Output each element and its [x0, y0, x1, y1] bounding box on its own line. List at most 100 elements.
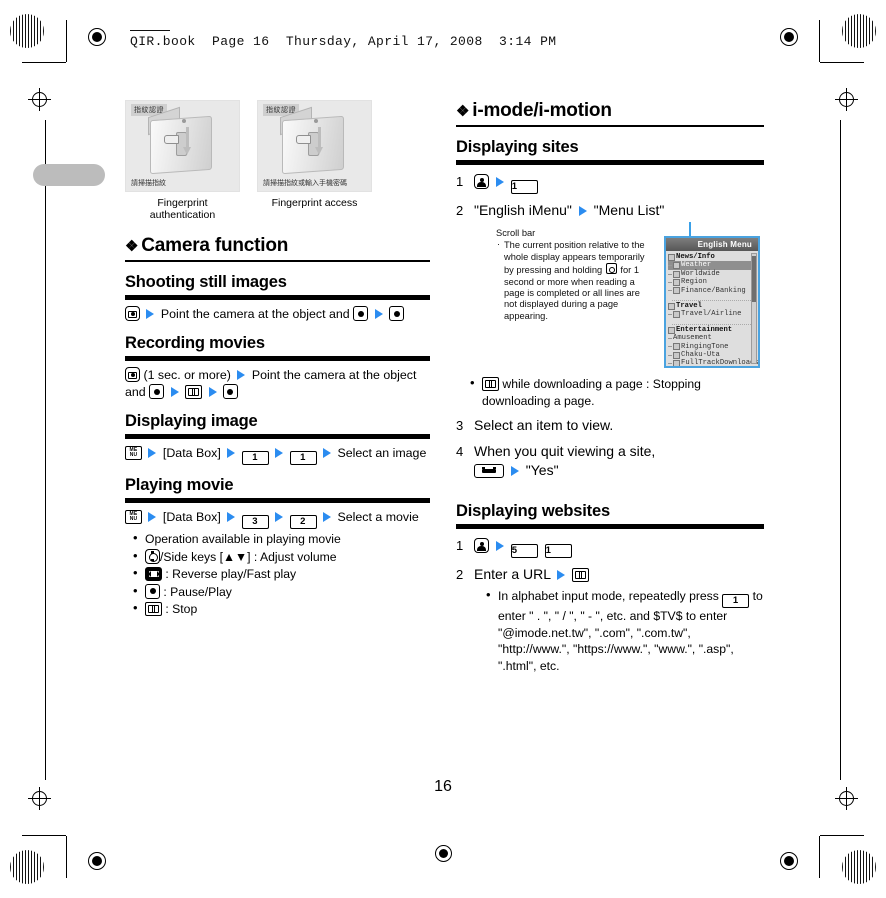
center-key-icon[interactable]: [389, 306, 404, 321]
heading-rule: [125, 356, 430, 361]
registration-mark-bottom-left: [88, 852, 106, 870]
list-item[interactable]: News/Info: [668, 253, 755, 261]
arrow-icon: [227, 512, 236, 522]
list-item[interactable]: Entertainment: [668, 326, 755, 334]
figure-image: 指紋認證 請掃描指紋: [125, 100, 240, 192]
bullet-text: In alphabet input mode, repeatedly press: [498, 589, 719, 603]
list-item[interactable]: Amusement: [668, 334, 755, 342]
step-1-displaying-sites: 1 1: [456, 172, 764, 194]
heading-rule: [125, 434, 430, 439]
confirm-choice-label: "Yes": [525, 462, 559, 478]
figure-cn-caption: 請掃描指紋或輸入手機密碼: [263, 180, 347, 187]
scrollbar-annotation: Scroll bar The current position relative…: [496, 228, 646, 322]
crop-mark-top-left-h: [22, 62, 66, 63]
running-head: QIR.book Page 16 Thursday, April 17, 200…: [130, 34, 557, 49]
list-item[interactable]: FullTrackDownloads: [668, 359, 758, 366]
menu-choice-label: "English iMenu": [474, 202, 572, 218]
numeric-key-icon[interactable]: 1: [544, 544, 572, 558]
finger-shape: [296, 135, 311, 144]
heading-displaying-websites: Displaying websites: [456, 502, 610, 520]
screen-scrollbar[interactable]: [751, 253, 757, 364]
bullet-text: : Stop: [162, 602, 198, 616]
figure-cn-caption: 請掃描指紋: [131, 180, 166, 187]
operation-displaying-image: ME NU [Data Box] 1 1 Select an image: [125, 445, 430, 465]
numeric-key-icon[interactable]: 1: [289, 451, 317, 465]
list-item-label: Finance/Banking: [681, 286, 746, 295]
data-box-label: [Data Box]: [162, 510, 221, 524]
list-item[interactable]: Finance/Banking: [668, 287, 755, 295]
step-3-displaying-sites: 3 Select an item to view.: [456, 416, 764, 435]
operation-playing-movie: ME NU [Data Box] 3 2 Select a movie: [125, 509, 430, 529]
list-item[interactable]: Travel/Airline: [668, 310, 755, 318]
bullet-text: /Side keys [▲▼] : Adjust volume: [160, 549, 337, 564]
numeric-key-icon[interactable]: 5: [510, 544, 538, 558]
registration-mark-right-middle: [835, 88, 858, 111]
downloading-note: while downloading a page : Stopping down…: [456, 375, 764, 409]
list-item: : Reverse play/Fast play: [133, 565, 430, 583]
page-number: 16: [434, 778, 452, 795]
corner-target-top-right: [842, 14, 876, 48]
numeric-key-icon[interactable]: 2: [289, 515, 317, 529]
camera-key-icon[interactable]: [125, 306, 140, 321]
arrow-icon: [374, 309, 383, 319]
side-key-icon[interactable]: [145, 567, 162, 581]
numeric-key-icon[interactable]: 1: [241, 451, 269, 465]
numeric-key-icon[interactable]: 3: [241, 515, 269, 529]
arrow-icon: [578, 206, 587, 216]
swipe-arrow-head: [183, 147, 191, 155]
book-key-icon[interactable]: [145, 602, 162, 616]
center-key-icon[interactable]: [145, 583, 160, 599]
list-item[interactable]: RingingTone: [668, 343, 755, 351]
list-item-label: Weather: [681, 261, 712, 270]
imode-key-icon[interactable]: [474, 174, 489, 189]
book-key-icon[interactable]: [482, 377, 499, 391]
list-item: while downloading a page : Stopping down…: [470, 375, 764, 409]
figure-fingerprint-authentication: 指紋認證 請掃描指紋 Fingerprint authentication: [125, 100, 240, 221]
camera-key-icon[interactable]: [125, 367, 140, 382]
step-text: Enter a URL: [474, 566, 551, 582]
imode-key-icon[interactable]: [474, 538, 489, 553]
arrow-icon: [146, 309, 155, 319]
arrow-icon: [148, 512, 157, 522]
numeric-key-icon[interactable]: 1: [722, 594, 750, 608]
list-item: /Side keys [▲▼] : Adjust volume: [133, 548, 430, 566]
screen-menu-list: News/Info Weather Worldwide Region Finan…: [666, 251, 758, 366]
figure-fingerprint-access: 指紋認證 請掃描指紋或輸入手機密碼 Fingerprint access: [257, 100, 372, 221]
step-number: 3: [456, 418, 464, 433]
bullet-text: Operation available in playing movie: [145, 532, 341, 546]
section-title-rule: [456, 125, 764, 127]
crop-mark-bottom-right-h: [820, 835, 864, 836]
menu-key-icon[interactable]: ME NU: [125, 510, 142, 524]
operation-hold-duration: (1 sec. or more): [143, 368, 231, 382]
playing-movie-bullets: Operation available in playing movie /Si…: [125, 530, 430, 618]
heading-rule: [456, 160, 764, 165]
book-key-icon[interactable]: [572, 568, 590, 582]
list-item[interactable]: Chaku-Uta: [668, 351, 755, 359]
list-separator: [672, 320, 751, 325]
step-text: When you quit viewing a site,: [474, 443, 656, 459]
menu-key-icon[interactable]: ME NU: [125, 446, 142, 460]
navigation-key-icon[interactable]: [605, 263, 617, 275]
center-key-icon[interactable]: [149, 384, 165, 399]
list-item-label: Travel: [676, 302, 702, 311]
list-item-selected[interactable]: Weather: [668, 261, 755, 270]
registration-mark-top-right: [780, 28, 798, 46]
center-key-icon[interactable]: [353, 306, 369, 321]
center-key-icon[interactable]: [222, 384, 238, 399]
phone-screen-english-menu: English Menu News/Info Weather Worldwide…: [664, 236, 760, 368]
book-key-icon[interactable]: [185, 385, 203, 399]
registration-mark-bottom-center: [435, 845, 452, 862]
list-item[interactable]: Worldwide: [668, 270, 755, 278]
list-item: Operation available in playing movie: [133, 530, 430, 548]
left-column: 指紋認證 請掃描指紋 Fingerprint authentication 指紋…: [125, 100, 430, 618]
crop-mark-bottom-right-v: [819, 836, 820, 878]
end-call-key-icon[interactable]: [474, 464, 504, 478]
list-item[interactable]: Region: [668, 278, 755, 286]
arrow-icon: [227, 448, 236, 458]
arrow-icon: [208, 387, 217, 397]
operation-shooting-still-images: Point the camera at the object and: [125, 306, 430, 323]
list-item[interactable]: Travel: [668, 302, 755, 310]
navigation-key-icon[interactable]: [145, 548, 160, 564]
numeric-key-icon[interactable]: 1: [510, 180, 538, 194]
step-content: When you quit viewing a site, "Yes": [474, 442, 764, 480]
